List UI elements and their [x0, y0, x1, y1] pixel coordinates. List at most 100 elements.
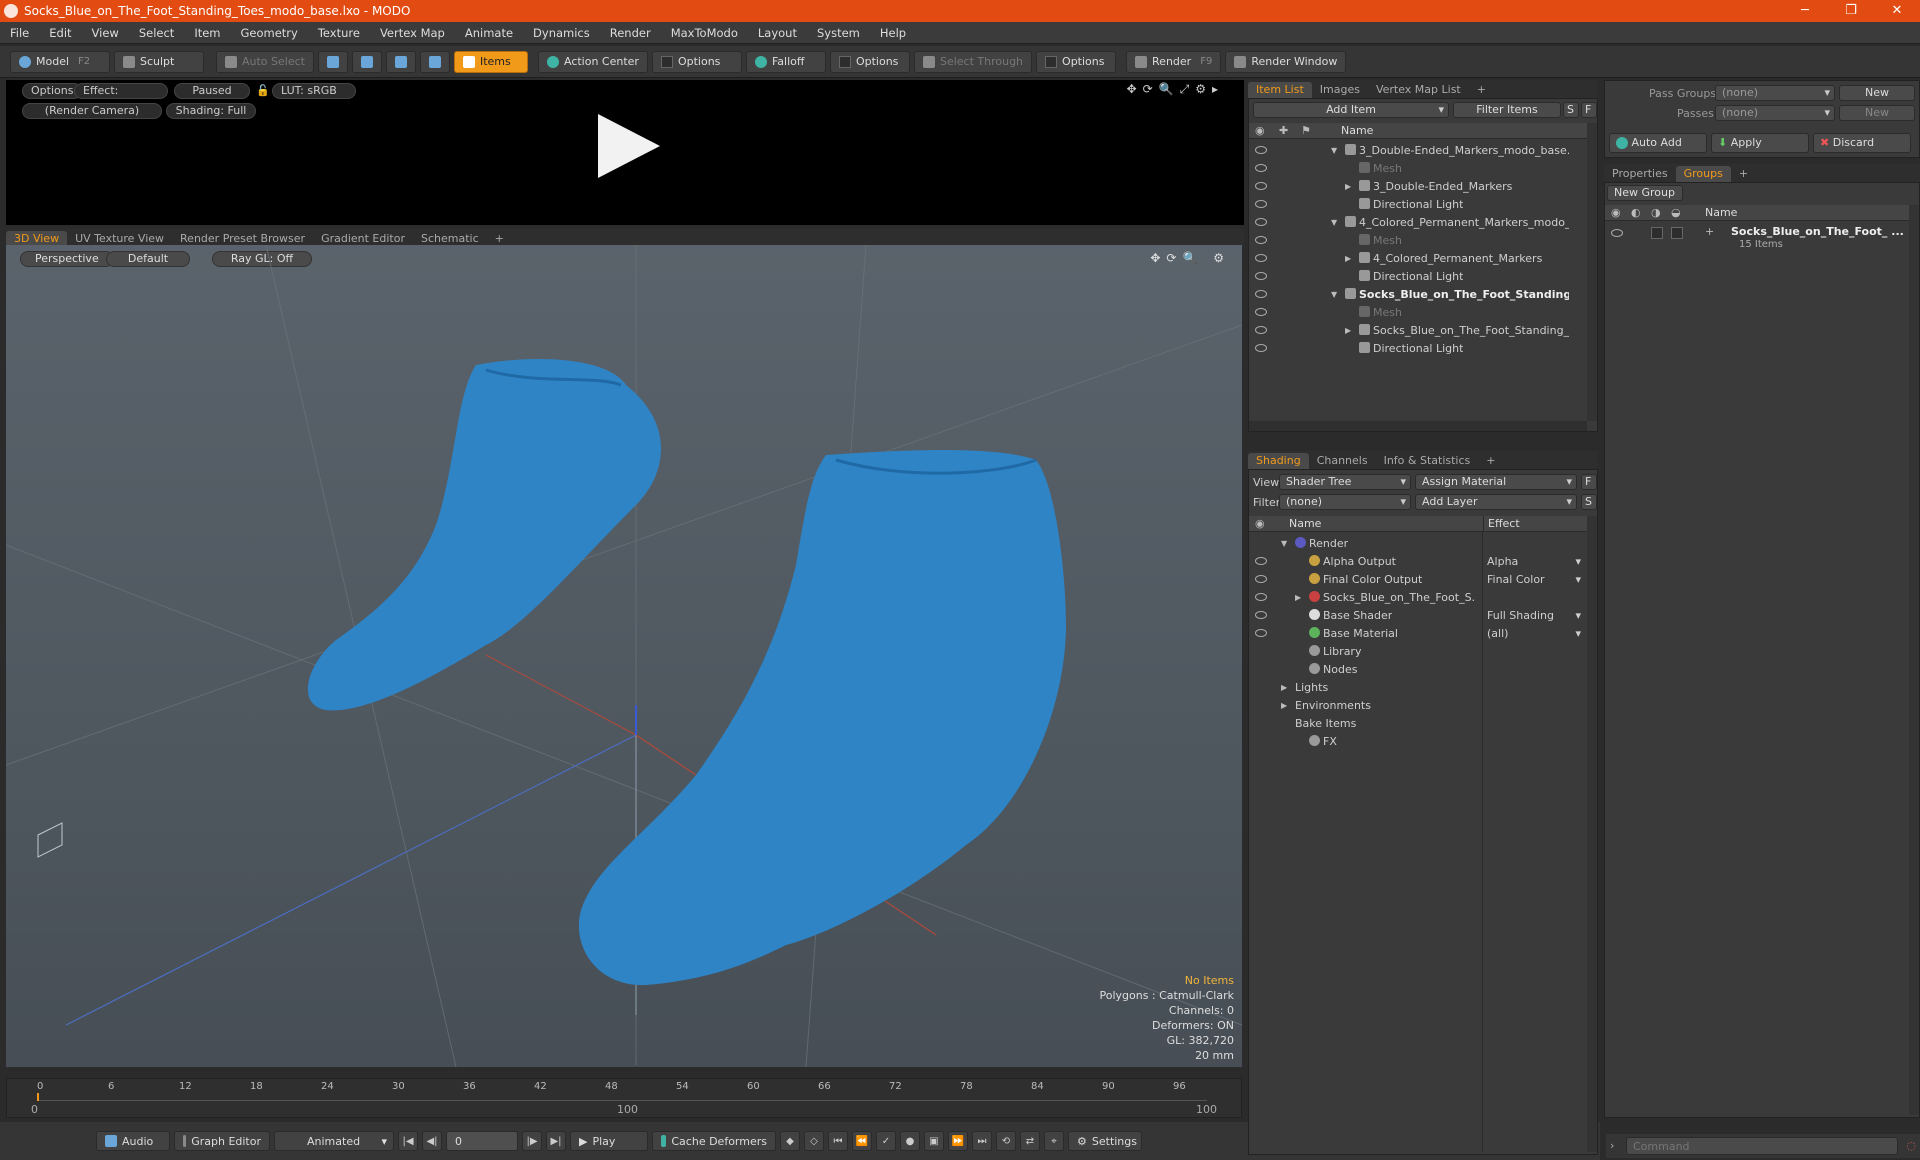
item-list-row[interactable]: Directional Light	[1249, 195, 1587, 213]
preview-nav-icons[interactable]: ✥⟳🔍⤢⚙▸	[1127, 82, 1224, 97]
menu-help[interactable]: Help	[870, 26, 916, 40]
frame-input[interactable]: 0	[446, 1131, 518, 1151]
shader-tree-vscrollbar[interactable]	[1587, 516, 1597, 1152]
last-frame-button[interactable]: ▶|	[546, 1131, 566, 1151]
shader-tree-row[interactable]: Base Shader Full Shading ▾	[1249, 606, 1587, 624]
play-icon[interactable]	[598, 114, 660, 178]
minimize-button[interactable]: ─	[1782, 0, 1828, 22]
shader-tree-row[interactable]: ▶ Socks_Blue_on_The_Foot_S...	[1249, 588, 1587, 606]
eye-icon[interactable]	[1255, 182, 1267, 190]
add-layer-dropdown[interactable]: Add Layer	[1415, 494, 1577, 510]
menu-file[interactable]: File	[0, 26, 39, 40]
expand-arrow-icon[interactable]: ▶	[1281, 701, 1287, 710]
tab-vertex-map-list[interactable]: Vertex Map List	[1368, 82, 1469, 98]
expand-arrow-icon[interactable]: ▶	[1281, 683, 1287, 692]
item-list-row[interactable]: ▶ 3_Double-Ended_Markers	[1249, 177, 1587, 195]
3d-viewport[interactable]: Perspective Default Ray GL: Off ✥⟳🔍 ⚙ No…	[6, 245, 1242, 1067]
checkbox-icon[interactable]	[1671, 227, 1683, 239]
loop-icon[interactable]: ⟲	[996, 1131, 1016, 1151]
groups-vscrollbar[interactable]	[1909, 205, 1919, 1115]
render-camera-dropdown[interactable]: (Render Camera)	[22, 103, 162, 119]
shading-dropdown[interactable]: Shading: Full	[166, 103, 256, 119]
menu-texture[interactable]: Texture	[308, 26, 370, 40]
lut-dropdown[interactable]: LUT: sRGB	[272, 83, 356, 99]
effect-dropdown[interactable]: Final Color ▾	[1487, 573, 1583, 586]
prev-key2-icon[interactable]: ⏪	[852, 1131, 872, 1151]
cache-deformers-button[interactable]: Cache Deformers	[652, 1131, 776, 1151]
auto-select-button[interactable]: Auto Select	[216, 50, 314, 73]
pass-groups-dropdown[interactable]: (none)	[1715, 85, 1835, 101]
menu-edit[interactable]: Edit	[39, 26, 81, 40]
menu-render[interactable]: Render	[600, 26, 661, 40]
menu-system[interactable]: System	[807, 26, 870, 40]
next-frame-button[interactable]: |▶	[522, 1131, 542, 1151]
item-list-row[interactable]: ▶ Socks_Blue_on_The_Foot_Standing_To ...	[1249, 321, 1587, 339]
shader-tree-row[interactable]: Bake Items	[1249, 714, 1587, 732]
action-center-options-button[interactable]: Options	[651, 50, 742, 73]
next-key2-icon[interactable]: ⏭	[972, 1131, 992, 1151]
polygons-mode-button[interactable]	[385, 50, 416, 73]
audio-button[interactable]: Audio	[96, 1131, 170, 1151]
record-icon[interactable]: ●	[900, 1131, 920, 1151]
tab-groups[interactable]: Groups	[1675, 166, 1731, 182]
tab-channels[interactable]: Channels	[1309, 453, 1376, 469]
discard-button[interactable]: ✖ Discard	[1813, 133, 1911, 153]
eye-icon[interactable]	[1255, 272, 1267, 280]
menu-item[interactable]: Item	[184, 26, 230, 40]
tab-shading[interactable]: Shading	[1248, 453, 1309, 469]
collapse-arrow-icon[interactable]: ▼	[1281, 539, 1287, 548]
tab-info-statistics[interactable]: Info & Statistics	[1376, 453, 1479, 469]
eye-icon[interactable]	[1611, 229, 1623, 237]
render-preview[interactable]: Options Effect: (Shadi... Paused 🔓 LUT: …	[6, 80, 1244, 225]
shader-tree-row[interactable]: Final Color Output Final Color ▾	[1249, 570, 1587, 588]
item-list-hscrollbar[interactable]	[1249, 421, 1587, 431]
add-item-dropdown[interactable]: Add Item	[1253, 102, 1449, 118]
maximize-button[interactable]: ❐	[1828, 0, 1874, 22]
expand-plus-icon[interactable]: +	[1705, 225, 1714, 238]
new-group-button[interactable]: New Group	[1607, 185, 1683, 201]
filter-items-input[interactable]: Filter Items	[1453, 102, 1561, 118]
eye-icon[interactable]	[1255, 326, 1267, 334]
eye-icon[interactable]	[1255, 200, 1267, 208]
menu-maxtomodo[interactable]: MaxToModo	[661, 26, 748, 40]
keyframe-icon[interactable]: ◆	[780, 1131, 800, 1151]
animated-dropdown[interactable]: Animated ▾	[274, 1131, 394, 1151]
command-input[interactable]	[1626, 1137, 1898, 1155]
menu-vertex-map[interactable]: Vertex Map	[370, 26, 455, 40]
search-s-button[interactable]: S	[1563, 102, 1579, 118]
playhead[interactable]	[37, 1093, 39, 1101]
snap-icon[interactable]: ⌖	[1044, 1131, 1064, 1151]
add-shading-tab-button[interactable]: +	[1478, 453, 1503, 469]
item-list-row[interactable]: Mesh	[1249, 231, 1587, 249]
assign-material-dropdown[interactable]: Assign Material	[1415, 474, 1577, 490]
eye-icon[interactable]	[1255, 629, 1267, 637]
key-options-icon[interactable]: ▣	[924, 1131, 944, 1151]
play-button[interactable]: ▶ Play	[570, 1131, 648, 1151]
menu-view[interactable]: View	[82, 26, 129, 40]
action-center-button[interactable]: Action Center	[537, 50, 648, 73]
auto-add-button[interactable]: Auto Add	[1609, 133, 1707, 153]
item-list-row[interactable]: Directional Light	[1249, 339, 1587, 357]
lock-icon[interactable]: 🔓	[256, 84, 270, 97]
shader-tree-row[interactable]: ▶ Environments	[1249, 696, 1587, 714]
falloff-button[interactable]: Falloff	[745, 50, 826, 73]
eye-icon[interactable]	[1255, 254, 1267, 262]
expand-arrow-icon[interactable]: ▶	[1295, 593, 1301, 602]
expand-arrow-icon[interactable]: ▶	[1345, 182, 1351, 191]
add-item-tab-button[interactable]: +	[1469, 82, 1494, 98]
preview-effect-dropdown[interactable]: Effect: (Shadi...	[74, 83, 168, 99]
graph-editor-button[interactable]: Graph Editor	[174, 1131, 270, 1151]
prev-frame-button[interactable]: ◀|	[422, 1131, 442, 1151]
collapse-arrow-icon[interactable]: ▼	[1331, 146, 1337, 155]
eye-icon[interactable]	[1255, 575, 1267, 583]
eye-icon[interactable]	[1255, 164, 1267, 172]
shader-tree-row[interactable]: ▼ Render	[1249, 534, 1587, 552]
shader-tree-row[interactable]: Library	[1249, 642, 1587, 660]
shader-tree-row[interactable]: Base Material (all) ▾	[1249, 624, 1587, 642]
expand-arrow-icon[interactable]: ▶	[1345, 326, 1351, 335]
expand-arrow-icon[interactable]: ▶	[1345, 254, 1351, 263]
auto-key-icon[interactable]: ◇	[804, 1131, 824, 1151]
first-frame-button[interactable]: |◀	[398, 1131, 418, 1151]
edges-mode-button[interactable]	[351, 50, 382, 73]
tab-properties[interactable]: Properties	[1604, 166, 1676, 182]
